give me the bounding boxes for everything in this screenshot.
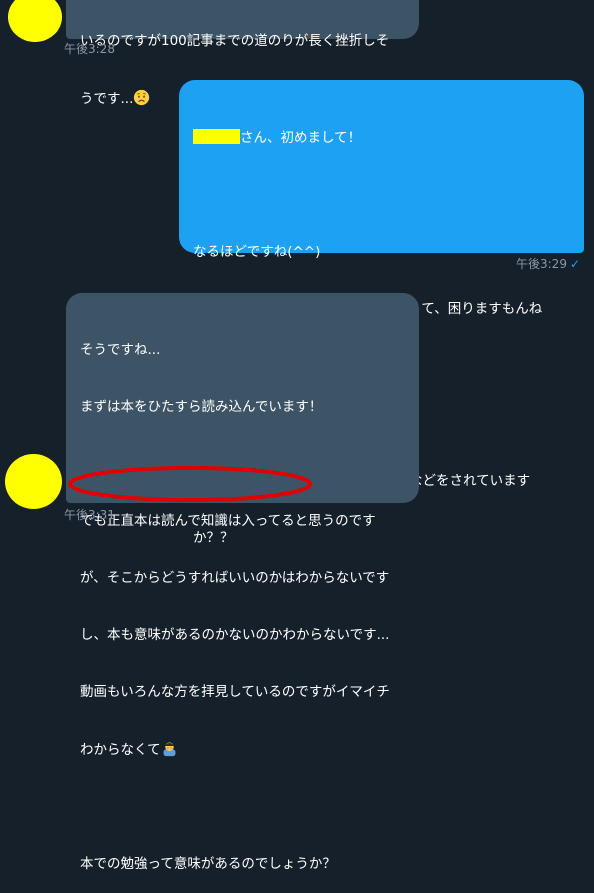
message-timestamp: 午後3:29 ✓ xyxy=(516,257,581,271)
message-line: し、本も意味があるのかないのかわからないです... xyxy=(80,627,390,643)
avatar[interactable] xyxy=(5,454,62,509)
message-line xyxy=(80,455,405,474)
message-line xyxy=(80,798,405,817)
message-line: 動画もいろんな方を拝見しているのですがイマイチ xyxy=(80,684,390,700)
message-line: さん、初めまして！ xyxy=(193,129,570,148)
redacted-name xyxy=(193,129,240,144)
message-line xyxy=(193,186,570,205)
message-bubble-outgoing[interactable]: さん、初めまして！ なるほどですね(^^) ブログを取り組んでもやることが多くて… xyxy=(179,80,584,546)
checkmark-icon: ✓ xyxy=(569,257,581,271)
message-line: なるほどですね(^^) xyxy=(193,244,321,260)
avatar[interactable] xyxy=(8,0,62,42)
message-timestamp: 午後3:31 xyxy=(64,508,115,522)
person-bowing-icon xyxy=(163,742,176,757)
message-bubble-incoming[interactable]: そうですね... まずは本をひたすら読み込んでいます！ でも正直本は読んで知識は… xyxy=(66,293,419,872)
message-line: 本での勉強って意味があるのでしょうか？ xyxy=(80,856,336,872)
message-line: そうですね... xyxy=(80,342,161,358)
worried-face-icon xyxy=(134,89,150,106)
message-line: いるのですが100記事までの道のりが長く挫折しそ xyxy=(80,33,390,49)
message-bubble-incoming[interactable]: いるのですが100記事までの道のりが長く挫折しそ うです... xyxy=(66,0,419,107)
message-line: まずは本をひたすら読み込んでいます！ xyxy=(80,399,323,415)
message-line: が、そこからどうすればいいのかはわからないです xyxy=(80,570,390,586)
message-line: でも正直本は読んで知識は入ってると思うのです xyxy=(80,513,376,529)
message-timestamp: 午後3:28 xyxy=(64,42,115,56)
message-line: わからなくて xyxy=(80,740,405,760)
